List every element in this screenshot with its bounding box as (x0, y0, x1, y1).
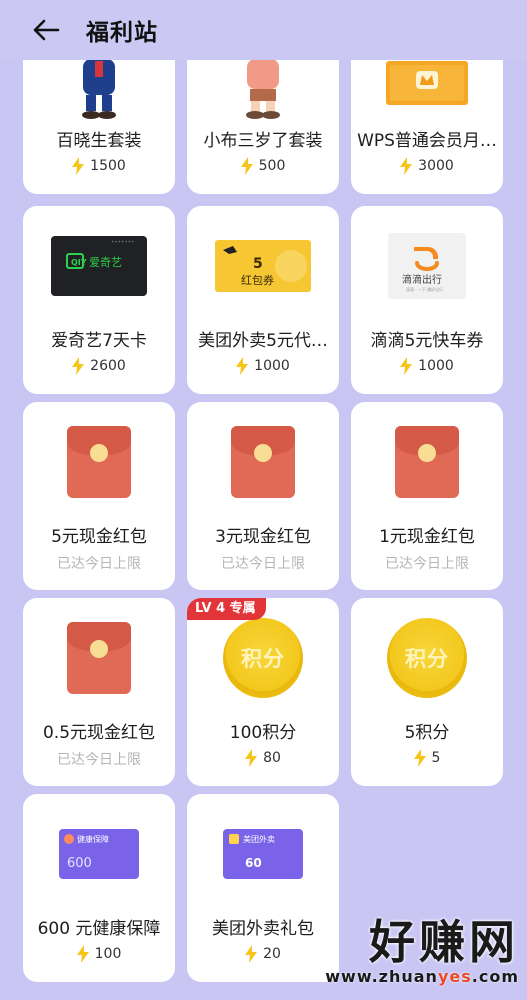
red-envelope-icon (23, 598, 175, 718)
lightning-icon (76, 945, 89, 963)
reward-name: 滴滴5元快车券 (370, 331, 484, 351)
reward-points: 1000 (351, 357, 503, 375)
reward-points: 3000 (351, 157, 503, 175)
reward-points: 80 (187, 749, 339, 767)
reward-name: 100积分 (229, 723, 297, 743)
points-value: 3000 (418, 158, 454, 174)
reward-card-meituan-5[interactable]: 5 红包券 美团外卖5元代… 1000 (187, 206, 339, 394)
reward-status: 已达今日上限 (57, 752, 141, 768)
reward-card-cash-3[interactable]: 3元现金红包 已达今日上限 (187, 402, 339, 590)
svg-text:✦✦✦✦✦✦✦: ✦✦✦✦✦✦✦ (111, 239, 135, 244)
didi-card-text: 滴滴出行 (402, 273, 442, 286)
reward-card-iqiyi[interactable]: QIY 爱奇艺 ✦✦✦✦✦✦✦ 爱奇艺7天卡 2600 (23, 206, 175, 394)
reward-card-points-100[interactable]: 积分 LV 4 专属 100积分 80 (187, 598, 339, 786)
reward-card-cash-0-5[interactable]: 0.5元现金红包 已达今日上限 (23, 598, 175, 786)
reward-name: 美团外卖5元代… (198, 331, 328, 351)
lightning-icon (245, 749, 258, 767)
meituan-card-title: 美团外卖 (243, 834, 275, 844)
lightning-icon (413, 749, 426, 767)
lightning-icon (240, 157, 253, 175)
reward-points: 20 (187, 945, 339, 963)
reward-points: 500 (187, 157, 339, 175)
red-envelope-icon (187, 402, 339, 522)
didi-logo: 滴滴出行 滴滴 · 一下 美好出行 (351, 206, 503, 326)
reward-name: 5元现金红包 (51, 527, 147, 547)
reward-status: 已达今日上限 (221, 556, 305, 572)
reward-points: 5 (351, 749, 503, 767)
watermark-url: www.zhuanyes.com (325, 967, 519, 986)
reward-card-points-5[interactable]: 积分 5积分 5 (351, 598, 503, 786)
reward-card-didi[interactable]: 滴滴出行 滴滴 · 一下 美好出行 滴滴5元快车券 1000 (351, 206, 503, 394)
svg-text:5: 5 (253, 256, 263, 272)
points-value: 1000 (418, 358, 454, 374)
reward-status: 已达今日上限 (57, 556, 141, 572)
rewards-grid: 百晓生套装 1500 小布三岁了套装 500 WPS普通会员月… 3000 QI… (0, 0, 527, 1000)
svg-text:QIY: QIY (71, 258, 87, 267)
reward-card-cash-1[interactable]: 1元现金红包 已达今日上限 (351, 402, 503, 590)
points-value: 20 (263, 946, 281, 962)
reward-points: 1500 (23, 157, 175, 175)
reward-points: 2600 (23, 357, 175, 375)
reward-name: 小布三岁了套装 (203, 131, 323, 151)
reward-name: 美团外卖礼包 (212, 919, 314, 939)
level-exclusive-badge: LV 4 专属 (187, 598, 266, 620)
meituan-gift-card: 美团外卖 60 (187, 794, 339, 914)
lightning-icon (400, 357, 413, 375)
reward-name: 爱奇艺7天卡 (51, 331, 147, 351)
watermark: 好赚网 www.zhuanyes.com (325, 917, 519, 986)
health-card-amount: 600 (67, 856, 92, 871)
reward-name: 百晓生套装 (56, 131, 142, 151)
reward-name: 0.5元现金红包 (42, 723, 156, 743)
svg-text:滴滴 · 一下 美好出行: 滴滴 · 一下 美好出行 (406, 286, 443, 292)
reward-name: WPS普通会员月… (357, 131, 497, 151)
meituan-red-packet: 5 红包券 (187, 206, 339, 326)
points-coin-icon: 积分 (351, 598, 503, 718)
points-value: 2600 (90, 358, 126, 374)
coin-label: 积分 (387, 618, 467, 698)
reward-card-cash-5[interactable]: 5元现金红包 已达今日上限 (23, 402, 175, 590)
iqiyi-card-text: 爱奇艺 (89, 256, 122, 269)
points-value: 100 (94, 946, 122, 962)
reward-card-health[interactable]: 健康保障 600 600 元健康保障 100 (23, 794, 175, 982)
lightning-icon (400, 157, 413, 175)
reward-name: 5积分 (404, 723, 450, 743)
iqiyi-card: QIY 爱奇艺 ✦✦✦✦✦✦✦ (23, 206, 175, 326)
lightning-icon (236, 357, 249, 375)
points-value: 1500 (90, 158, 126, 174)
lightning-icon (245, 945, 258, 963)
points-value: 80 (263, 750, 281, 766)
points-value: 5 (431, 750, 441, 766)
reward-card-meituan-gift[interactable]: 美团外卖 60 美团外卖礼包 20 (187, 794, 339, 982)
reward-points: 100 (23, 945, 175, 963)
lightning-icon (72, 357, 85, 375)
watermark-text: 好赚网 (369, 915, 519, 969)
top-bar: 福利站 (0, 0, 527, 60)
points-value: 1000 (254, 358, 290, 374)
meituan-card-amount: 60 (245, 856, 262, 870)
back-arrow-icon (33, 19, 60, 41)
lightning-icon (72, 157, 85, 175)
reward-name: 3元现金红包 (215, 527, 311, 547)
reward-name: 1元现金红包 (379, 527, 475, 547)
reward-points: 1000 (187, 357, 339, 375)
back-button[interactable] (28, 12, 64, 48)
points-value: 500 (258, 158, 286, 174)
svg-text:红包券: 红包券 (241, 273, 274, 287)
reward-status: 已达今日上限 (385, 556, 469, 572)
health-card: 健康保障 600 (23, 794, 175, 914)
coin-label: 积分 (223, 618, 303, 698)
page-title: 福利站 (86, 20, 158, 46)
health-card-title: 健康保障 (77, 834, 109, 844)
reward-name: 600 元健康保障 (37, 919, 161, 939)
red-envelope-icon (23, 402, 175, 522)
red-envelope-icon (351, 402, 503, 522)
